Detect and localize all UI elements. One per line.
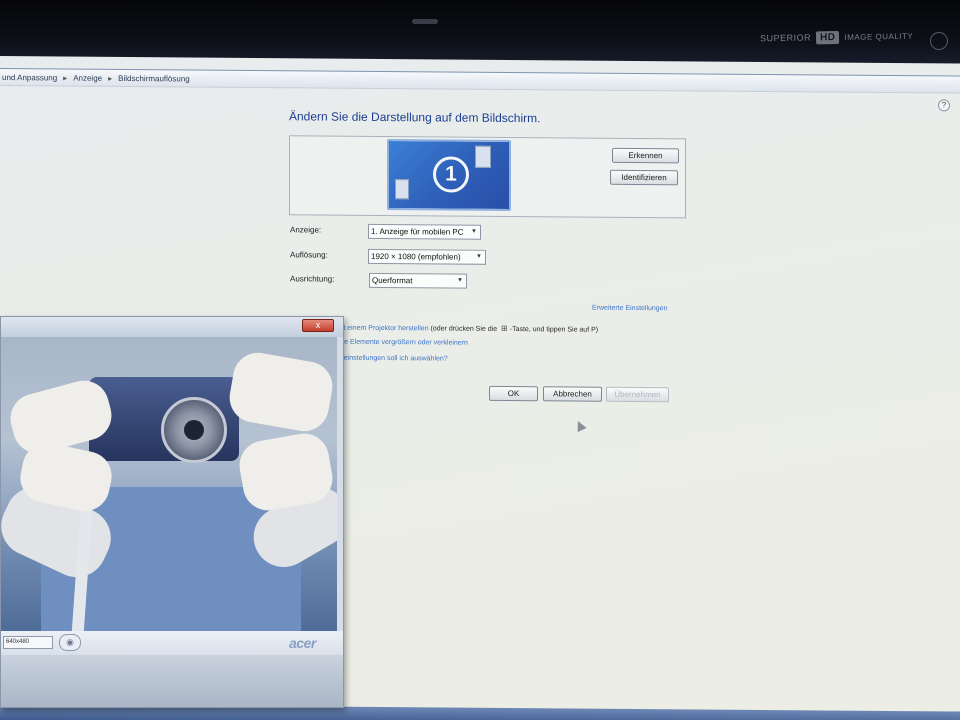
chevron-down-icon: ▼ — [471, 228, 477, 235]
close-button[interactable]: x — [302, 319, 334, 332]
advanced-settings-link[interactable]: Erweiterte Einstellungen — [592, 305, 668, 313]
chevron-down-icon: ▼ — [476, 253, 482, 260]
window-thumbnail-icon — [475, 145, 491, 168]
breadcrumb-item[interactable]: Bildschirmauflösung — [118, 73, 190, 83]
apply-button[interactable]: Übernehmen — [606, 386, 669, 403]
feed-hand-right — [225, 348, 337, 436]
breadcrumb: und Anpassung ▸ Anzeige ▸ Bildschirmaufl… — [0, 68, 960, 94]
orientation-label: Ausrichtung: — [290, 274, 335, 284]
display-preview-panel: 1 Erkennen Identifizieren — [289, 135, 686, 219]
projector-hint-end: -Taste, und tippen Sie auf P) — [509, 326, 599, 334]
feed-camera-lens — [161, 397, 227, 463]
resolution-select-value: 1920 × 1080 (empfohlen) — [371, 251, 461, 262]
projector-hint-start: (oder drücken Sie die — [430, 325, 498, 333]
breadcrumb-separator-icon: ▸ — [63, 72, 68, 83]
resolution-select[interactable]: 1920 × 1080 (empfohlen) ▼ — [368, 248, 486, 265]
brand-suffix: IMAGE QUALITY — [844, 31, 914, 42]
chevron-down-icon: ▼ — [457, 277, 463, 284]
window-thumbnail-icon — [395, 179, 409, 200]
webcam-bottom-panel — [1, 655, 343, 707]
monitor-brand-logo: SUPERIOR HD IMAGE QUALITY — [760, 27, 913, 48]
acer-logo: acer — [289, 635, 316, 651]
breadcrumb-item[interactable]: und Anpassung — [2, 73, 57, 82]
display-select[interactable]: 1. Anzeige für mobilen PC ▼ — [368, 223, 481, 240]
display-select-value: 1. Anzeige für mobilen PC — [371, 226, 464, 237]
which-settings-link[interactable]: geeinstellungen soll ich auswählen? — [336, 355, 448, 363]
webcam-feed — [1, 337, 337, 631]
ok-button[interactable]: OK — [489, 385, 538, 402]
projector-line: mit einem Projektor herstellen (oder drü… — [336, 323, 598, 334]
brand-hd-badge: HD — [815, 30, 840, 44]
cancel-button[interactable]: Abbrechen — [543, 386, 602, 402]
detect-button[interactable]: Erkennen — [612, 147, 679, 164]
monitor-number: 1 — [433, 156, 469, 193]
page-title: Ändern Sie die Darstellung auf dem Bilds… — [289, 109, 541, 126]
display-label: Anzeige: — [290, 225, 322, 235]
orientation-select[interactable]: Querformat ▼ — [369, 272, 467, 289]
webcam-led — [412, 19, 438, 24]
identify-button[interactable]: Identifizieren — [610, 169, 678, 186]
help-icon[interactable]: ? — [938, 99, 950, 112]
camera-capture-icon[interactable]: ◉ — [59, 634, 81, 651]
breadcrumb-separator-icon: ▸ — [108, 73, 113, 83]
monitor-preview[interactable]: 1 — [387, 139, 511, 212]
breadcrumb-item[interactable]: Anzeige — [73, 73, 102, 82]
text-size-link[interactable]: tere Elemente vergrößern oder verkleiner… — [336, 339, 468, 347]
monitor-button[interactable] — [930, 32, 948, 50]
projector-link[interactable]: mit einem Projektor herstellen — [336, 325, 429, 333]
mouse-cursor-icon — [573, 418, 587, 433]
resolution-label: Auflösung: — [290, 250, 328, 260]
orientation-select-value: Querformat — [372, 275, 413, 286]
resolution-dropdown[interactable]: 640x480 — [3, 636, 53, 649]
brand-prefix: SUPERIOR — [759, 32, 812, 44]
windows-logo-icon: ⊞ — [501, 323, 508, 333]
webcam-toolbar: 640x480 ◉ acer — [1, 631, 343, 655]
webcam-titlebar[interactable]: x — [1, 317, 343, 337]
webcam-window[interactable]: x 640x480 ◉ acer — [0, 316, 344, 708]
